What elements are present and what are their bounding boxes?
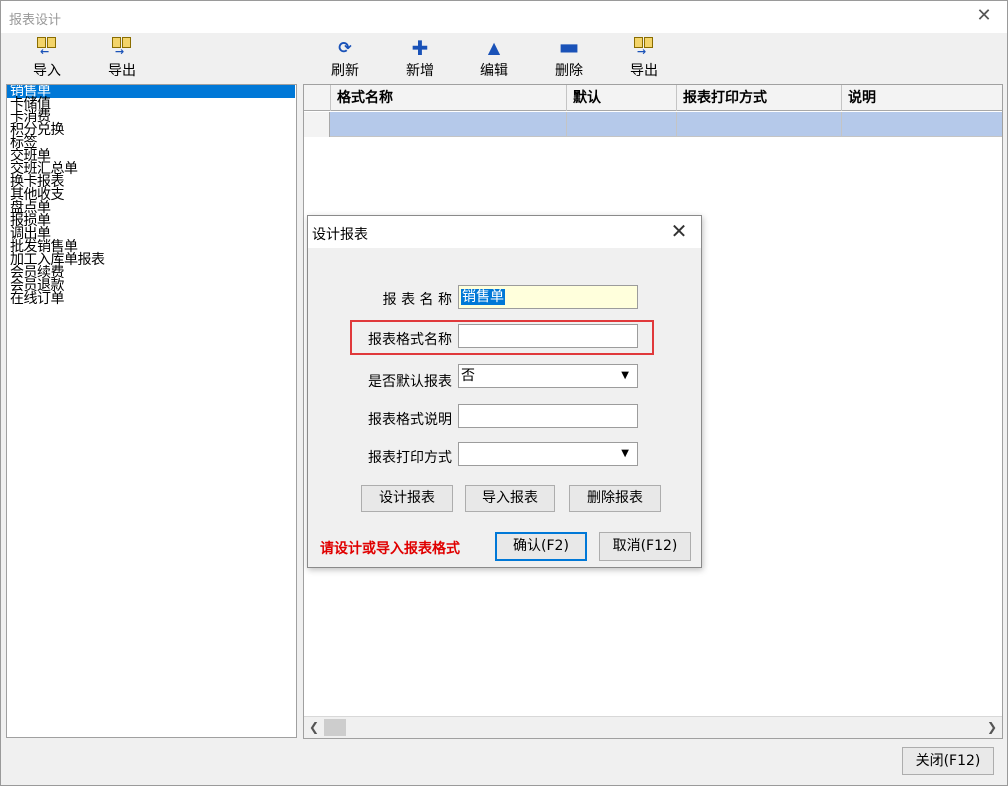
dialog-close-icon[interactable]: ✕: [669, 219, 689, 243]
export-icon: →: [92, 37, 152, 59]
report-type-list[interactable]: 销售单 卡储值 卡消费 积分兑换 标签 交班单 交班汇总单 换卡报表 其他收支 盘点单 报损单 调出单…: [6, 84, 297, 738]
dialog-titlebar: 设计报表 ✕: [308, 216, 701, 248]
format-description-field[interactable]: [458, 404, 638, 428]
column-header-default[interactable]: 默认: [567, 85, 677, 111]
export-icon: →: [614, 37, 674, 59]
report-name-label: 报 表 名 称: [382, 292, 452, 308]
print-mode-select[interactable]: ▼: [458, 442, 638, 466]
format-name-field[interactable]: [458, 324, 638, 348]
dropdown-arrow-icon[interactable]: ▼: [621, 365, 629, 387]
edit-label: 编辑: [480, 63, 508, 79]
format-name-label: 报表格式名称: [368, 332, 452, 348]
confirm-button[interactable]: 确认(F2): [495, 532, 587, 561]
import-label: 导入: [33, 63, 61, 79]
scroll-left-icon[interactable]: ❮: [306, 719, 322, 735]
triangle-up-icon: ▲: [487, 38, 501, 57]
cell-default[interactable]: [567, 112, 677, 137]
refresh-label: 刷新: [331, 63, 359, 79]
plus-icon: ✚: [411, 36, 429, 60]
report-name-value: 销售单: [461, 289, 505, 305]
table-row[interactable]: [304, 112, 1002, 137]
window-close-icon[interactable]: ✕: [973, 5, 995, 27]
dropdown-arrow-icon[interactable]: ▼: [621, 443, 629, 465]
list-item[interactable]: 在线订单: [7, 292, 296, 306]
edit-button[interactable]: ▲ 编辑: [464, 37, 524, 83]
warning-message: 请设计或导入报表格式: [320, 541, 460, 557]
report-name-field[interactable]: 销售单: [458, 285, 638, 309]
default-report-value: 否: [461, 368, 475, 384]
cancel-button[interactable]: 取消(F12): [599, 532, 691, 561]
list-item[interactable]: 积分兑换: [7, 123, 296, 137]
column-header-format-name[interactable]: 格式名称: [331, 85, 567, 111]
refresh-icon: ⟳: [338, 38, 352, 57]
add-button[interactable]: ✚ 新增: [390, 37, 450, 83]
import-report-button[interactable]: 导入报表: [465, 485, 555, 512]
delete-label: 删除: [555, 63, 583, 79]
grid-header: 格式名称 默认 报表打印方式 说明: [304, 85, 1002, 111]
cell-print-mode[interactable]: [677, 112, 842, 137]
default-report-label: 是否默认报表: [368, 374, 452, 390]
grid-corner: [304, 85, 331, 111]
minus-icon: ▬: [558, 35, 580, 60]
close-button[interactable]: 关闭(F12): [902, 747, 994, 775]
dialog-title: 设计报表: [312, 227, 368, 243]
print-mode-label: 报表打印方式: [368, 450, 452, 466]
refresh-button[interactable]: ⟳ 刷新: [315, 37, 375, 83]
design-report-dialog: 设计报表 ✕ 报 表 名 称 销售单 报表格式名称 是否默认报表 否 ▼ 报表格…: [307, 215, 702, 568]
export-right-button[interactable]: → 导出: [614, 37, 674, 83]
design-report-button[interactable]: 设计报表: [361, 485, 453, 512]
export-left-button[interactable]: → 导出: [92, 37, 152, 83]
row-header[interactable]: [304, 112, 330, 137]
delete-report-button[interactable]: 删除报表: [569, 485, 661, 512]
column-header-print-mode[interactable]: 报表打印方式: [677, 85, 842, 111]
column-header-description[interactable]: 说明: [842, 85, 1002, 111]
import-button[interactable]: ← 导入: [17, 37, 77, 83]
window-title: 报表设计: [9, 13, 62, 28]
cell-format-name[interactable]: [331, 112, 567, 137]
export-right-label: 导出: [630, 63, 658, 79]
delete-button[interactable]: ▬ 删除: [539, 37, 599, 83]
import-icon: ←: [17, 37, 77, 59]
default-report-select[interactable]: 否 ▼: [458, 364, 638, 388]
add-label: 新增: [406, 63, 434, 79]
format-description-label: 报表格式说明: [368, 412, 452, 428]
export-left-label: 导出: [108, 63, 136, 79]
scroll-right-icon[interactable]: ❯: [984, 719, 1000, 735]
horizontal-scrollbar[interactable]: ❮ ❯: [304, 716, 1002, 738]
scrollbar-thumb[interactable]: [324, 719, 346, 736]
window-titlebar: 报表设计 ✕: [1, 1, 1007, 33]
